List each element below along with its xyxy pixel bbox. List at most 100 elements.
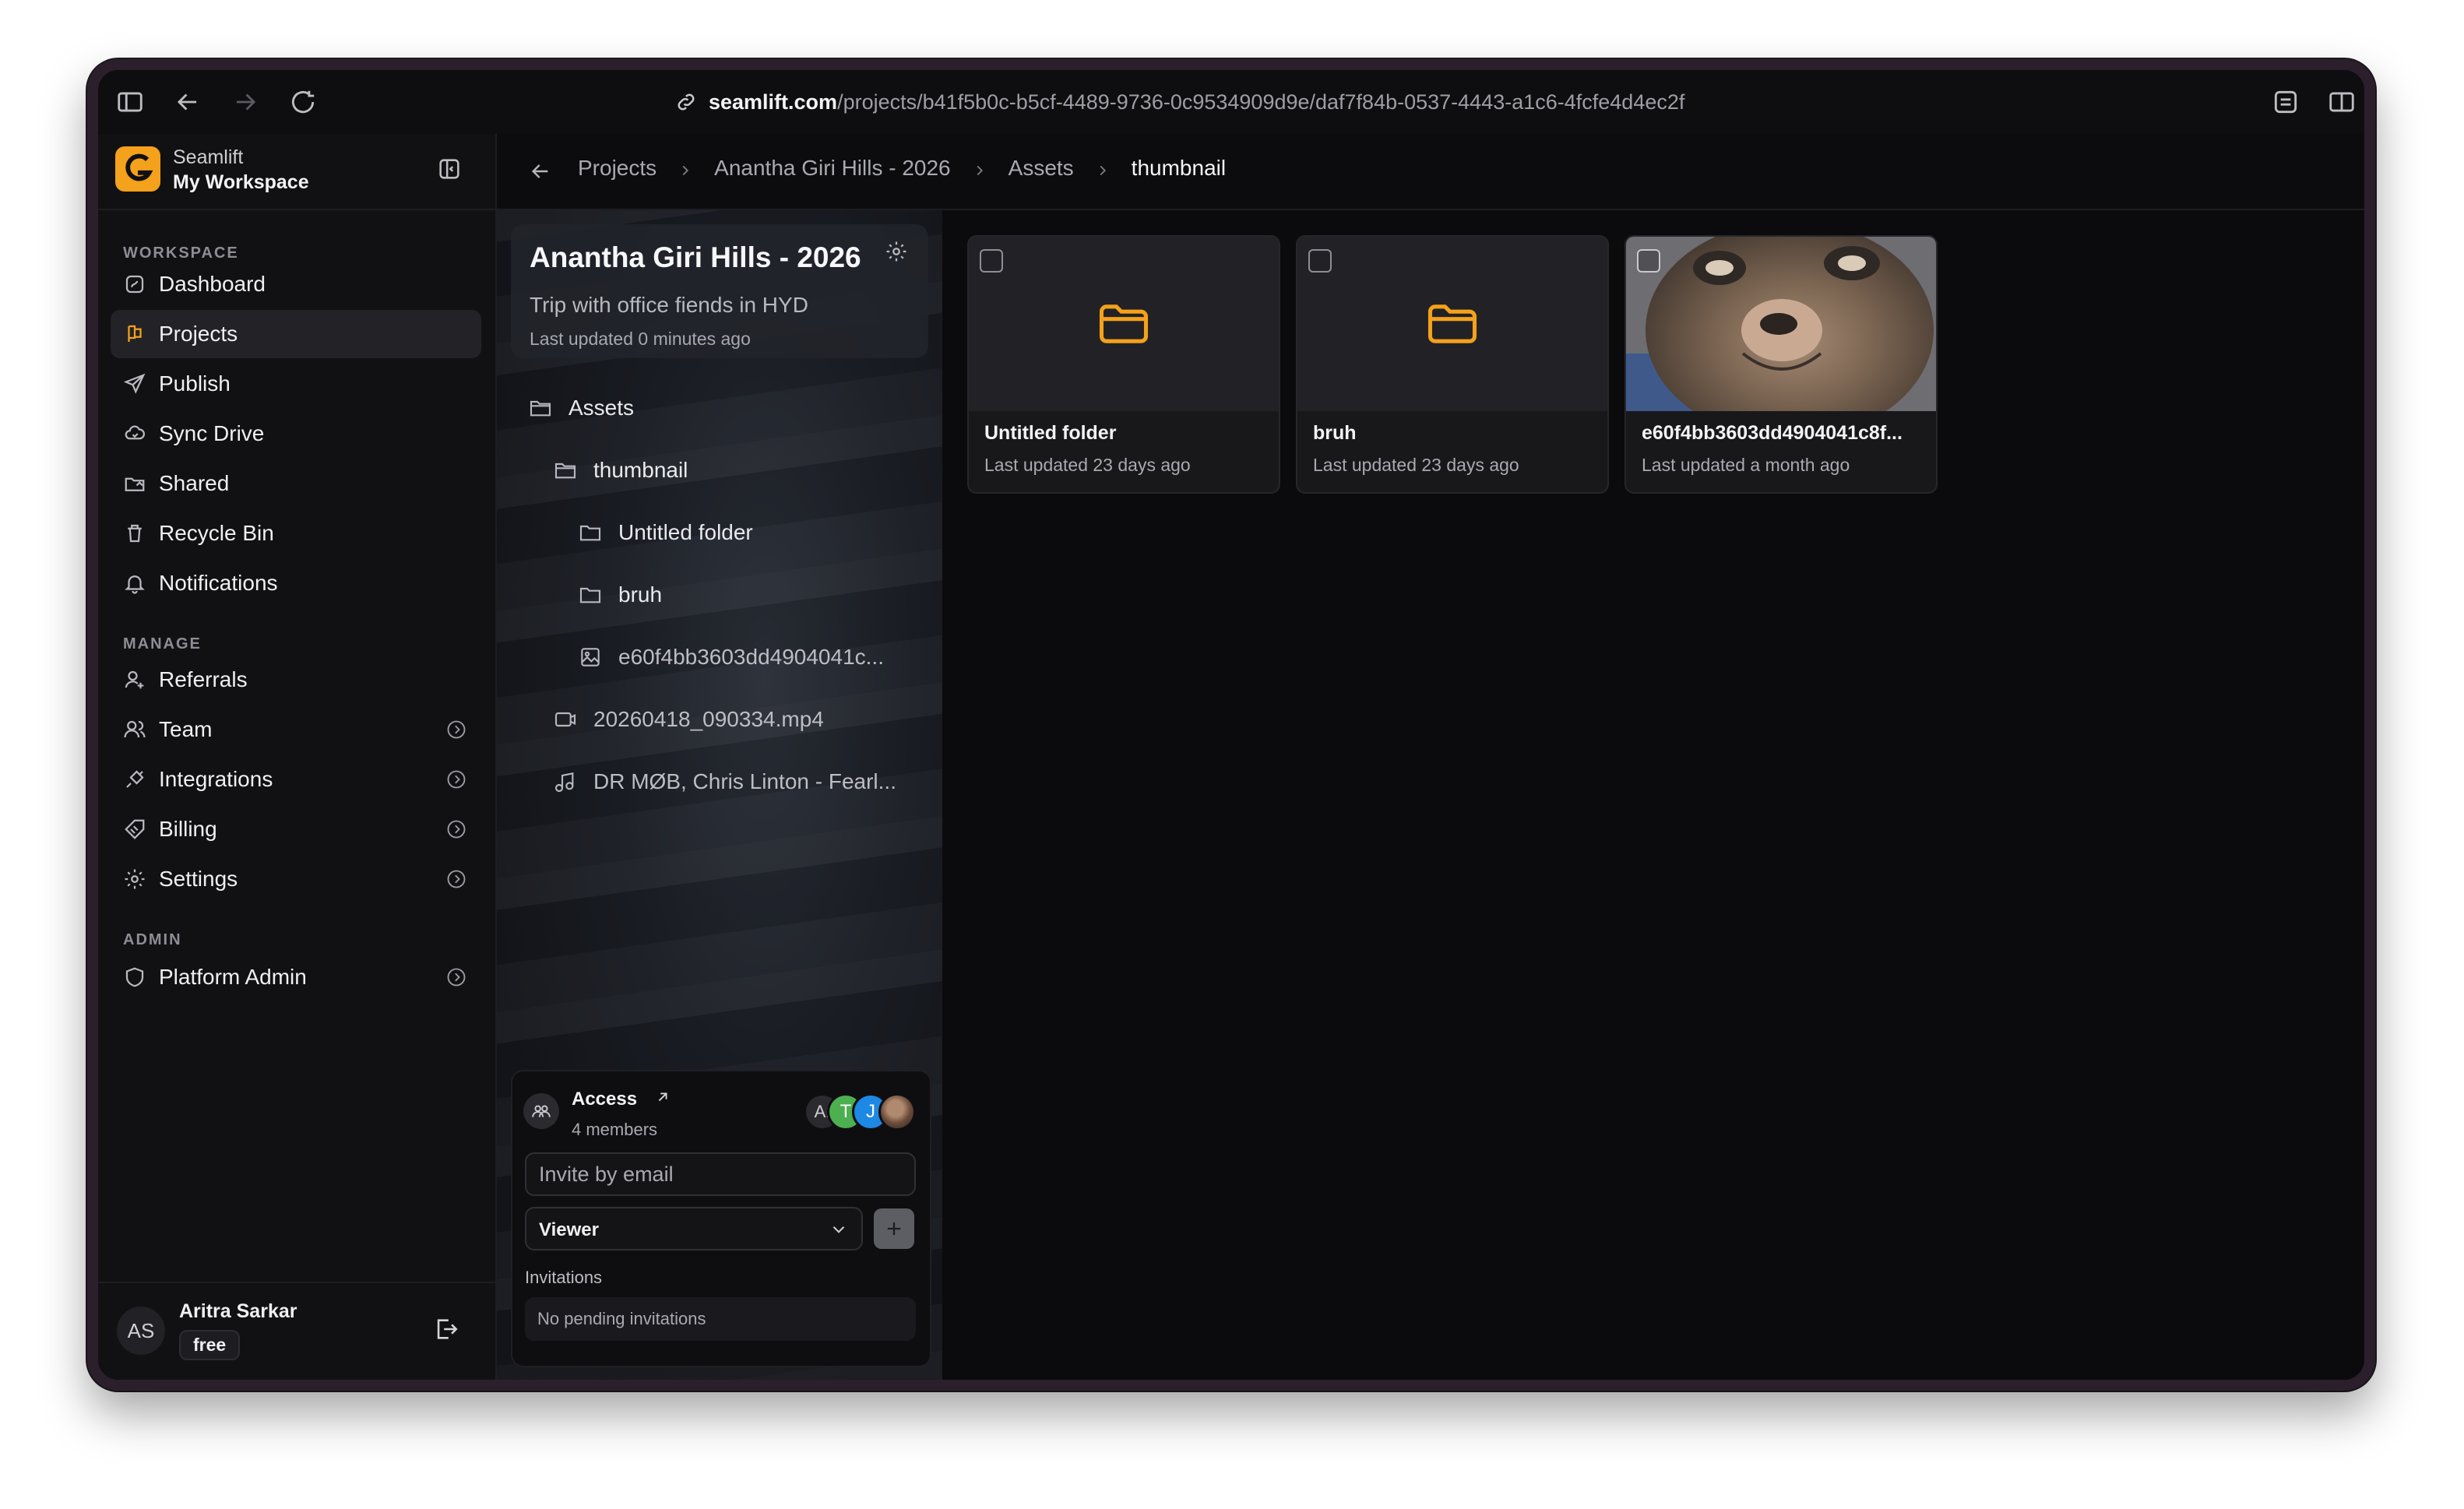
project-panel: Anantha Giri Hills - 2026 Trip with offi… bbox=[497, 210, 942, 1380]
asset-card-folder[interactable]: bruh Last updated 23 days ago bbox=[1296, 235, 1609, 494]
sidebar-toggle-icon[interactable] bbox=[115, 87, 145, 117]
sidebar-item-notifications[interactable]: Notifications bbox=[111, 559, 481, 607]
tree-item-label: e60f4bb3603dd4904041c... bbox=[618, 645, 884, 669]
people-icon bbox=[523, 1093, 559, 1129]
split-view-icon[interactable] bbox=[2327, 87, 2357, 117]
tree-item-label: 20260418_090334.mp4 bbox=[593, 707, 824, 731]
user-name: Aritra Sarkar bbox=[179, 1300, 297, 1322]
select-checkbox[interactable] bbox=[1308, 249, 1332, 273]
select-checkbox[interactable] bbox=[980, 249, 1003, 273]
invite-email-input[interactable] bbox=[525, 1152, 916, 1196]
invitations-empty-state: No pending invitations bbox=[525, 1297, 916, 1341]
workspace-name: My Workspace bbox=[173, 171, 309, 193]
tree-item-untitled-folder[interactable]: Untitled folder bbox=[578, 509, 753, 556]
chevron-right-circle-icon bbox=[445, 966, 467, 988]
sidebar-item-integrations[interactable]: Integrations bbox=[111, 755, 481, 804]
breadcrumb-project[interactable]: Anantha Giri Hills - 2026 bbox=[714, 156, 950, 181]
avatar-photo bbox=[878, 1093, 916, 1131]
breadcrumb-assets[interactable]: Assets bbox=[1008, 156, 1074, 181]
bell-icon bbox=[123, 572, 146, 595]
cloud-sync-icon bbox=[123, 422, 146, 445]
asset-updated: Last updated a month ago bbox=[1642, 455, 1850, 475]
asset-thumbnail bbox=[969, 237, 1279, 411]
reload-icon[interactable] bbox=[288, 87, 318, 117]
asset-grid: Untitled folder Last updated 23 days ago… bbox=[944, 210, 2364, 1380]
avatar[interactable]: AS bbox=[117, 1307, 165, 1355]
asset-name: Untitled folder bbox=[984, 422, 1117, 444]
select-checkbox[interactable] bbox=[1637, 249, 1660, 273]
sidebar-item-team[interactable]: Team bbox=[111, 705, 481, 754]
member-count: 4 members bbox=[572, 1120, 658, 1139]
section-label-manage: MANAGE bbox=[123, 635, 202, 652]
sidebar-item-platform-admin[interactable]: Platform Admin bbox=[111, 953, 481, 1001]
back-arrow-icon[interactable] bbox=[528, 159, 553, 184]
member-avatars[interactable]: A: T J bbox=[804, 1093, 919, 1132]
tree-item-image-file[interactable]: e60f4bb3603dd4904041c... bbox=[578, 634, 884, 681]
address-bar[interactable]: seamlift.com/projects/b41f5b0c-b5cf-4489… bbox=[674, 86, 1684, 118]
breadcrumb-current: thumbnail bbox=[1131, 156, 1227, 180]
access-panel: Access 4 members A: T J Viewer Invitatio… bbox=[511, 1070, 931, 1367]
user-plus-icon bbox=[123, 668, 146, 691]
projects-icon bbox=[123, 322, 146, 346]
tree-item-label: DR MØB, Chris Linton - Fearl... bbox=[593, 769, 896, 793]
collapse-sidebar-icon[interactable] bbox=[436, 156, 463, 182]
gear-icon[interactable] bbox=[885, 240, 908, 263]
breadcrumb-projects[interactable]: Projects bbox=[578, 156, 656, 181]
sidebar-item-billing[interactable]: Billing bbox=[111, 805, 481, 853]
plan-badge: free bbox=[179, 1330, 241, 1360]
sidebar-item-label: Recycle Bin bbox=[159, 521, 274, 545]
browser-window: seamlift.com/projects/b41f5b0c-b5cf-4489… bbox=[87, 59, 2375, 1391]
extension-icon[interactable] bbox=[2271, 87, 2300, 117]
sidebar-item-label: Platform Admin bbox=[159, 965, 307, 989]
asset-card-image[interactable]: e60f4bb3603dd4904041c8f... Last updated … bbox=[1624, 235, 1938, 494]
sidebar-item-dashboard[interactable]: Dashboard bbox=[111, 260, 481, 308]
logout-icon[interactable] bbox=[433, 1316, 459, 1342]
role-select-value: Viewer bbox=[539, 1219, 599, 1240]
chevron-right-icon bbox=[677, 160, 694, 177]
external-link-icon[interactable] bbox=[654, 1089, 671, 1106]
chevron-down-icon bbox=[829, 1219, 849, 1240]
folder-icon bbox=[1423, 294, 1482, 354]
sidebar-item-shared[interactable]: Shared bbox=[111, 459, 481, 508]
sidebar-item-label: Publish bbox=[159, 371, 231, 396]
project-updated: Last updated 0 minutes ago bbox=[530, 329, 751, 349]
asset-updated: Last updated 23 days ago bbox=[1313, 455, 1519, 475]
sidebar-item-referrals[interactable]: Referrals bbox=[111, 656, 481, 704]
project-card: Anantha Giri Hills - 2026 Trip with offi… bbox=[511, 224, 928, 358]
tree-item-thumbnail[interactable]: thumbnail bbox=[553, 447, 688, 494]
video-icon bbox=[553, 707, 578, 732]
sidebar-item-publish[interactable]: Publish bbox=[111, 360, 481, 408]
sidebar-item-recycle-bin[interactable]: Recycle Bin bbox=[111, 509, 481, 558]
forward-arrow-icon[interactable] bbox=[231, 87, 260, 117]
workspace-switcher[interactable]: Seamlift My Workspace bbox=[98, 134, 495, 210]
invitations-empty-text: No pending invitations bbox=[537, 1309, 706, 1328]
gear-icon bbox=[123, 867, 146, 891]
sidebar-item-projects[interactable]: Projects bbox=[111, 310, 481, 358]
sidebar-item-sync-drive[interactable]: Sync Drive bbox=[111, 410, 481, 458]
sidebar-item-label: Dashboard bbox=[159, 272, 266, 296]
tree-item-audio-file[interactable]: DR MØB, Chris Linton - Fearl... bbox=[553, 758, 896, 805]
sidebar-item-label: Team bbox=[159, 717, 213, 741]
asset-card-folder[interactable]: Untitled folder Last updated 23 days ago bbox=[967, 235, 1280, 494]
sidebar-item-label: Settings bbox=[159, 867, 238, 891]
shared-folder-icon bbox=[123, 472, 146, 495]
sidebar-item-settings[interactable]: Settings bbox=[111, 855, 481, 903]
project-title: Anantha Giri Hills - 2026 bbox=[530, 241, 861, 273]
seamlift-logo-icon bbox=[115, 146, 160, 192]
section-label-admin: ADMIN bbox=[123, 931, 182, 948]
back-arrow-icon[interactable] bbox=[173, 87, 202, 117]
tree-item-bruh[interactable]: bruh bbox=[578, 572, 662, 618]
tree-item-video-file[interactable]: 20260418_090334.mp4 bbox=[553, 696, 824, 743]
access-title[interactable]: Access bbox=[572, 1089, 637, 1110]
sidebar-item-label: Notifications bbox=[159, 571, 278, 595]
role-select[interactable]: Viewer bbox=[525, 1207, 863, 1250]
asset-thumbnail bbox=[1297, 237, 1607, 411]
url-host: seamlift.com bbox=[709, 90, 838, 114]
chevron-right-icon bbox=[971, 160, 988, 177]
chevron-right-circle-icon bbox=[445, 868, 467, 890]
folder-icon bbox=[578, 520, 603, 545]
tree-item-assets[interactable]: Assets bbox=[528, 385, 634, 431]
tree-item-label: bruh bbox=[618, 582, 663, 607]
asset-name: bruh bbox=[1313, 422, 1357, 444]
add-member-button[interactable] bbox=[874, 1208, 914, 1249]
